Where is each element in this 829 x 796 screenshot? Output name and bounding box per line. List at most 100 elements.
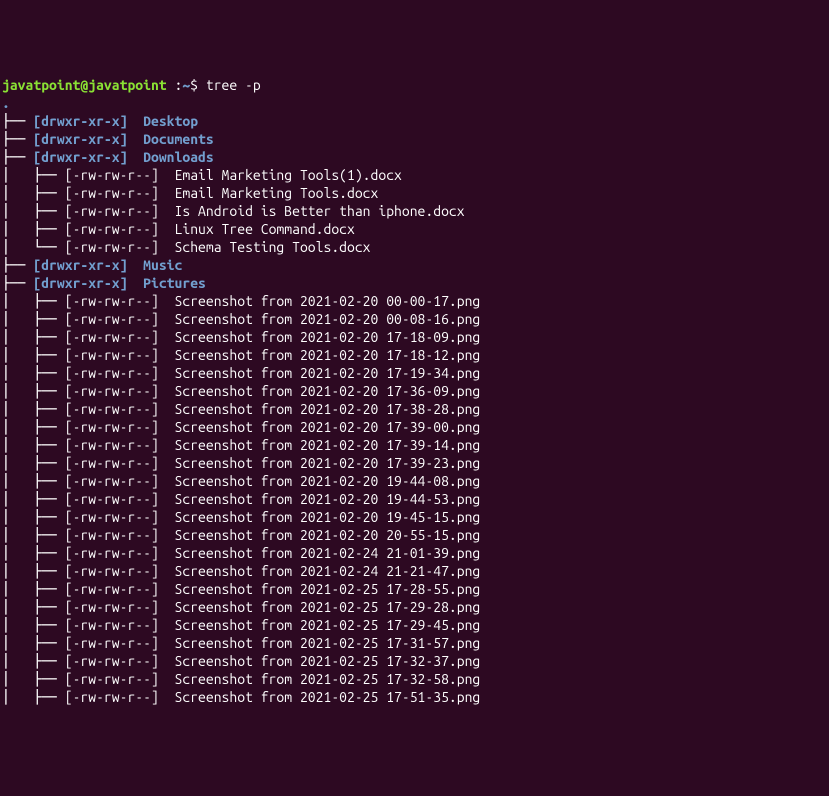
tree-prefix: │ ├── bbox=[2, 419, 65, 435]
prompt-user-host: javatpoint@javatpoint bbox=[2, 77, 167, 93]
file-perm: [-rw-rw-r--] bbox=[65, 293, 159, 309]
file-name: Screenshot from 2021-02-25 17-31-57.png bbox=[175, 635, 481, 651]
dir-perm: [drwxr-xr-x] bbox=[33, 149, 127, 165]
tree-prefix: ├── bbox=[2, 131, 33, 147]
dir-perm: [drwxr-xr-x] bbox=[33, 131, 127, 147]
file-name: Linux Tree Command.docx bbox=[175, 221, 355, 237]
dir-name: Pictures bbox=[143, 275, 206, 291]
tree-prefix: │ ├── bbox=[2, 491, 65, 507]
tree-root: . bbox=[2, 95, 10, 111]
file-name: Screenshot from 2021-02-25 17-29-28.png bbox=[175, 599, 481, 615]
file-name: Screenshot from 2021-02-20 17-36-09.png bbox=[175, 383, 481, 399]
tree-prefix: │ ├── bbox=[2, 455, 65, 471]
file-name: Screenshot from 2021-02-24 21-21-47.png bbox=[175, 563, 481, 579]
tree-prefix: │ ├── bbox=[2, 527, 65, 543]
file-perm: [-rw-rw-r--] bbox=[65, 671, 159, 687]
file-perm: [-rw-rw-r--] bbox=[65, 545, 159, 561]
tree-prefix: │ ├── bbox=[2, 185, 65, 201]
tree-prefix: │ ├── bbox=[2, 509, 65, 525]
file-name: Screenshot from 2021-02-20 17-39-23.png bbox=[175, 455, 481, 471]
file-perm: [-rw-rw-r--] bbox=[65, 581, 159, 597]
tree-prefix: │ ├── bbox=[2, 203, 65, 219]
tree-prefix: │ ├── bbox=[2, 617, 65, 633]
file-perm: [-rw-rw-r--] bbox=[65, 239, 159, 255]
file-perm: [-rw-rw-r--] bbox=[65, 419, 159, 435]
tree-prefix: │ ├── bbox=[2, 365, 65, 381]
dir-name: Desktop bbox=[143, 113, 198, 129]
file-perm: [-rw-rw-r--] bbox=[65, 347, 159, 363]
file-name: Email Marketing Tools(1).docx bbox=[175, 167, 402, 183]
file-name: Screenshot from 2021-02-20 19-44-53.png bbox=[175, 491, 481, 507]
tree-prefix: ├── bbox=[2, 257, 33, 273]
file-perm: [-rw-rw-r--] bbox=[65, 437, 159, 453]
file-perm: [-rw-rw-r--] bbox=[65, 455, 159, 471]
tree-prefix: │ ├── bbox=[2, 671, 65, 687]
file-name: Screenshot from 2021-02-25 17-32-37.png bbox=[175, 653, 481, 669]
file-name: Screenshot from 2021-02-20 17-38-28.png bbox=[175, 401, 481, 417]
file-name: Schema Testing Tools.docx bbox=[175, 239, 371, 255]
tree-prefix: │ ├── bbox=[2, 545, 65, 561]
file-name: Screenshot from 2021-02-20 17-39-14.png bbox=[175, 437, 481, 453]
file-name: Screenshot from 2021-02-20 17-39-00.png bbox=[175, 419, 481, 435]
file-perm: [-rw-rw-r--] bbox=[65, 491, 159, 507]
file-name: Screenshot from 2021-02-20 19-44-08.png bbox=[175, 473, 481, 489]
prompt-path: : bbox=[167, 77, 183, 93]
file-name: Screenshot from 2021-02-25 17-51-35.png bbox=[175, 689, 481, 705]
file-perm: [-rw-rw-r--] bbox=[65, 329, 159, 345]
file-perm: [-rw-rw-r--] bbox=[65, 599, 159, 615]
tree-prefix: │ ├── bbox=[2, 221, 65, 237]
tree-prefix: │ ├── bbox=[2, 437, 65, 453]
file-name: Screenshot from 2021-02-25 17-32-58.png bbox=[175, 671, 481, 687]
tree-prefix: │ └── bbox=[2, 239, 65, 255]
file-perm: [-rw-rw-r--] bbox=[65, 401, 159, 417]
tree-prefix: │ ├── bbox=[2, 167, 65, 183]
dir-name: Downloads bbox=[143, 149, 214, 165]
dir-perm: [drwxr-xr-x] bbox=[33, 275, 127, 291]
tree-prefix: │ ├── bbox=[2, 689, 65, 705]
file-name: Screenshot from 2021-02-20 20-55-15.png bbox=[175, 527, 481, 543]
file-name: Screenshot from 2021-02-20 00-08-16.png bbox=[175, 311, 481, 327]
tree-prefix: │ ├── bbox=[2, 563, 65, 579]
file-perm: [-rw-rw-r--] bbox=[65, 203, 159, 219]
file-name: Email Marketing Tools.docx bbox=[175, 185, 379, 201]
prompt-dollar: $ bbox=[190, 77, 206, 93]
terminal-output[interactable]: javatpoint@javatpoint :~$ tree -p . ├── … bbox=[2, 76, 829, 706]
tree-prefix: │ ├── bbox=[2, 347, 65, 363]
tree-prefix: ├── bbox=[2, 275, 33, 291]
file-name: Screenshot from 2021-02-20 17-18-09.png bbox=[175, 329, 481, 345]
tree-prefix: │ ├── bbox=[2, 293, 65, 309]
file-name: Screenshot from 2021-02-24 21-01-39.png bbox=[175, 545, 481, 561]
file-perm: [-rw-rw-r--] bbox=[65, 383, 159, 399]
tree-prefix: │ ├── bbox=[2, 653, 65, 669]
dir-perm: [drwxr-xr-x] bbox=[33, 257, 127, 273]
dir-perm: [drwxr-xr-x] bbox=[33, 113, 127, 129]
file-name: Screenshot from 2021-02-20 00-00-17.png bbox=[175, 293, 481, 309]
file-perm: [-rw-rw-r--] bbox=[65, 509, 159, 525]
file-name: Screenshot from 2021-02-25 17-28-55.png bbox=[175, 581, 481, 597]
file-name: Screenshot from 2021-02-20 17-19-34.png bbox=[175, 365, 481, 381]
file-perm: [-rw-rw-r--] bbox=[65, 221, 159, 237]
file-perm: [-rw-rw-r--] bbox=[65, 635, 159, 651]
tree-prefix: │ ├── bbox=[2, 581, 65, 597]
file-name: Screenshot from 2021-02-20 17-18-12.png bbox=[175, 347, 481, 363]
tree-prefix: │ ├── bbox=[2, 311, 65, 327]
file-perm: [-rw-rw-r--] bbox=[65, 473, 159, 489]
file-perm: [-rw-rw-r--] bbox=[65, 365, 159, 381]
file-name: Screenshot from 2021-02-25 17-29-45.png bbox=[175, 617, 481, 633]
tree-prefix: │ ├── bbox=[2, 383, 65, 399]
file-perm: [-rw-rw-r--] bbox=[65, 185, 159, 201]
tree-prefix: │ ├── bbox=[2, 599, 65, 615]
file-perm: [-rw-rw-r--] bbox=[65, 653, 159, 669]
file-perm: [-rw-rw-r--] bbox=[65, 311, 159, 327]
file-name: Is Android is Better than iphone.docx bbox=[175, 203, 465, 219]
tree-prefix: ├── bbox=[2, 113, 33, 129]
prompt-tilde: ~ bbox=[182, 77, 190, 93]
file-name: Screenshot from 2021-02-20 19-45-15.png bbox=[175, 509, 481, 525]
tree-prefix: │ ├── bbox=[2, 329, 65, 345]
tree-prefix: │ ├── bbox=[2, 635, 65, 651]
file-perm: [-rw-rw-r--] bbox=[65, 617, 159, 633]
file-perm: [-rw-rw-r--] bbox=[65, 167, 159, 183]
command-text: tree -p bbox=[206, 77, 261, 93]
tree-prefix: │ ├── bbox=[2, 473, 65, 489]
file-perm: [-rw-rw-r--] bbox=[65, 689, 159, 705]
